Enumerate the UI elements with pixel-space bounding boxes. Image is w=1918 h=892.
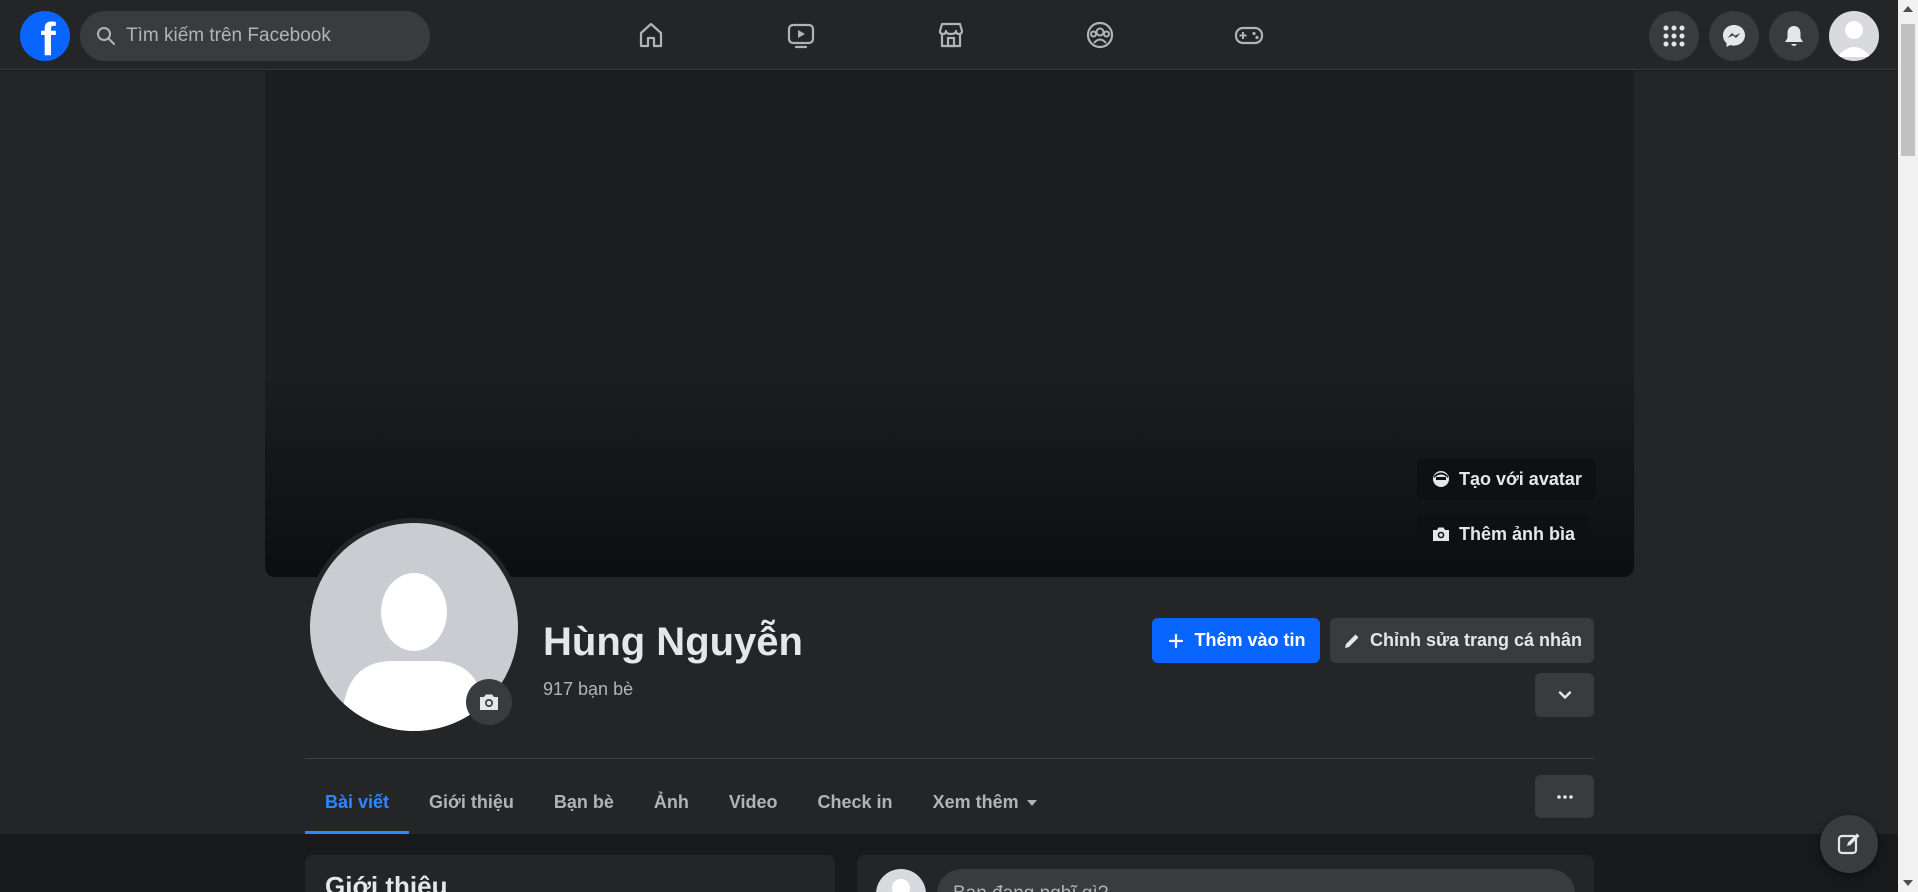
compose-icon bbox=[1837, 833, 1860, 855]
scrollbar-thumb[interactable] bbox=[1901, 24, 1915, 156]
create-with-avatar-button[interactable]: Tạo với avatar bbox=[1417, 458, 1596, 500]
composer-input[interactable]: Bạn đang nghĩ gì? bbox=[937, 869, 1575, 892]
new-message-button[interactable] bbox=[1820, 815, 1878, 873]
tab-photos[interactable]: Ảnh bbox=[634, 770, 709, 834]
scroll-up-arrow[interactable] bbox=[1903, 6, 1913, 12]
plus-icon bbox=[1169, 633, 1184, 648]
tab-more[interactable]: Xem thêm bbox=[913, 770, 1057, 834]
search-icon bbox=[97, 27, 115, 45]
page-scrollbar[interactable] bbox=[1898, 0, 1918, 892]
create-with-avatar-label: Tạo với avatar bbox=[1459, 468, 1582, 489]
caret-down-icon bbox=[1026, 800, 1037, 806]
notifications-icon[interactable] bbox=[1769, 11, 1819, 61]
camera-icon bbox=[480, 694, 498, 710]
tab-check-in[interactable]: Check in bbox=[798, 770, 913, 834]
gaming-icon[interactable] bbox=[1229, 15, 1269, 55]
tab-friends[interactable]: Bạn bè bbox=[534, 770, 634, 834]
search-box[interactable] bbox=[80, 11, 430, 61]
profile-name: Hùng Nguyễn bbox=[543, 620, 803, 664]
facebook-logo[interactable]: f bbox=[20, 11, 70, 61]
intro-title: Giới thiệu bbox=[325, 871, 448, 892]
friends-count[interactable]: 917 bạn bè bbox=[543, 679, 633, 700]
intro-card: Giới thiệu bbox=[305, 855, 835, 892]
tab-posts[interactable]: Bài viết bbox=[305, 770, 410, 834]
tab-video[interactable]: Video bbox=[709, 770, 798, 834]
more-options-button[interactable] bbox=[1535, 775, 1594, 818]
composer-avatar[interactable] bbox=[876, 869, 926, 892]
account-avatar[interactable] bbox=[1829, 11, 1879, 61]
video-icon[interactable] bbox=[781, 15, 821, 55]
top-navigation-bar: f bbox=[0, 0, 1898, 70]
cover-photo bbox=[265, 71, 1634, 577]
edit-profile-button[interactable]: Chỉnh sửa trang cá nhân bbox=[1330, 618, 1594, 663]
menu-grid-icon[interactable] bbox=[1649, 11, 1699, 61]
add-cover-photo-button[interactable]: Thêm ảnh bìa bbox=[1417, 513, 1590, 555]
add-cover-photo-label: Thêm ảnh bìa bbox=[1459, 523, 1576, 544]
add-to-story-button[interactable]: Thêm vào tin bbox=[1152, 618, 1320, 663]
scroll-down-arrow[interactable] bbox=[1903, 880, 1913, 886]
post-composer-card: Bạn đang nghĩ gì? bbox=[857, 855, 1594, 892]
pencil-icon bbox=[1344, 634, 1359, 648]
marketplace-icon[interactable] bbox=[931, 15, 971, 55]
home-icon[interactable] bbox=[631, 15, 671, 55]
ellipsis-icon bbox=[1556, 794, 1573, 799]
groups-icon[interactable] bbox=[1080, 15, 1120, 55]
search-input[interactable] bbox=[126, 25, 416, 47]
tab-about[interactable]: Giới thiệu bbox=[409, 770, 534, 834]
profile-tabs: Bài viết Giới thiệu Bạn bè Ảnh Video Che… bbox=[305, 770, 1057, 834]
header-divider bbox=[305, 758, 1594, 759]
messenger-icon[interactable] bbox=[1709, 11, 1759, 61]
update-profile-picture-button[interactable] bbox=[466, 679, 512, 725]
chevron-down-icon bbox=[1558, 691, 1571, 699]
avatar-face-icon bbox=[1433, 471, 1449, 487]
add-to-story-label: Thêm vào tin bbox=[1194, 630, 1306, 650]
edit-profile-label: Chỉnh sửa trang cá nhân bbox=[1369, 630, 1583, 650]
camera-icon bbox=[1433, 527, 1449, 541]
expand-button[interactable] bbox=[1535, 673, 1594, 717]
